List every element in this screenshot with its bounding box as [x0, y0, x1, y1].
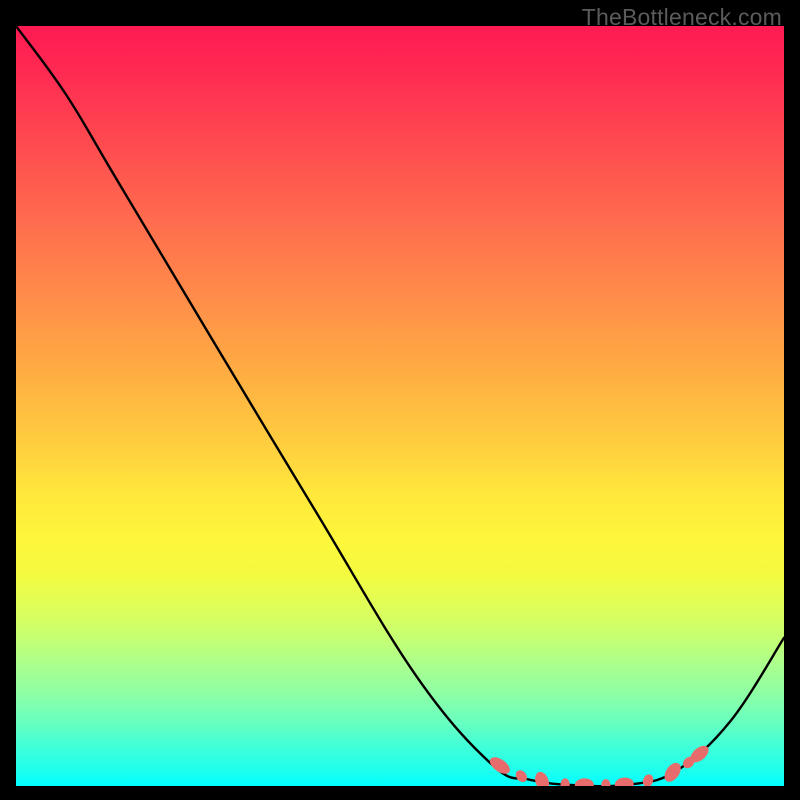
marker-dot [487, 754, 513, 777]
marker-dot [513, 768, 529, 784]
marker-dot [533, 770, 552, 786]
marker-dot [575, 778, 594, 786]
data-markers [487, 743, 712, 786]
marker-dot [641, 773, 655, 786]
chart-svg [16, 26, 784, 786]
marker-dot [561, 778, 570, 786]
marker-dot [601, 779, 610, 786]
plot-area [16, 26, 784, 786]
marker-dot [614, 777, 634, 786]
marker-dot [661, 760, 684, 785]
chart-container: TheBottleneck.com [0, 0, 800, 800]
data-curve [16, 26, 784, 786]
